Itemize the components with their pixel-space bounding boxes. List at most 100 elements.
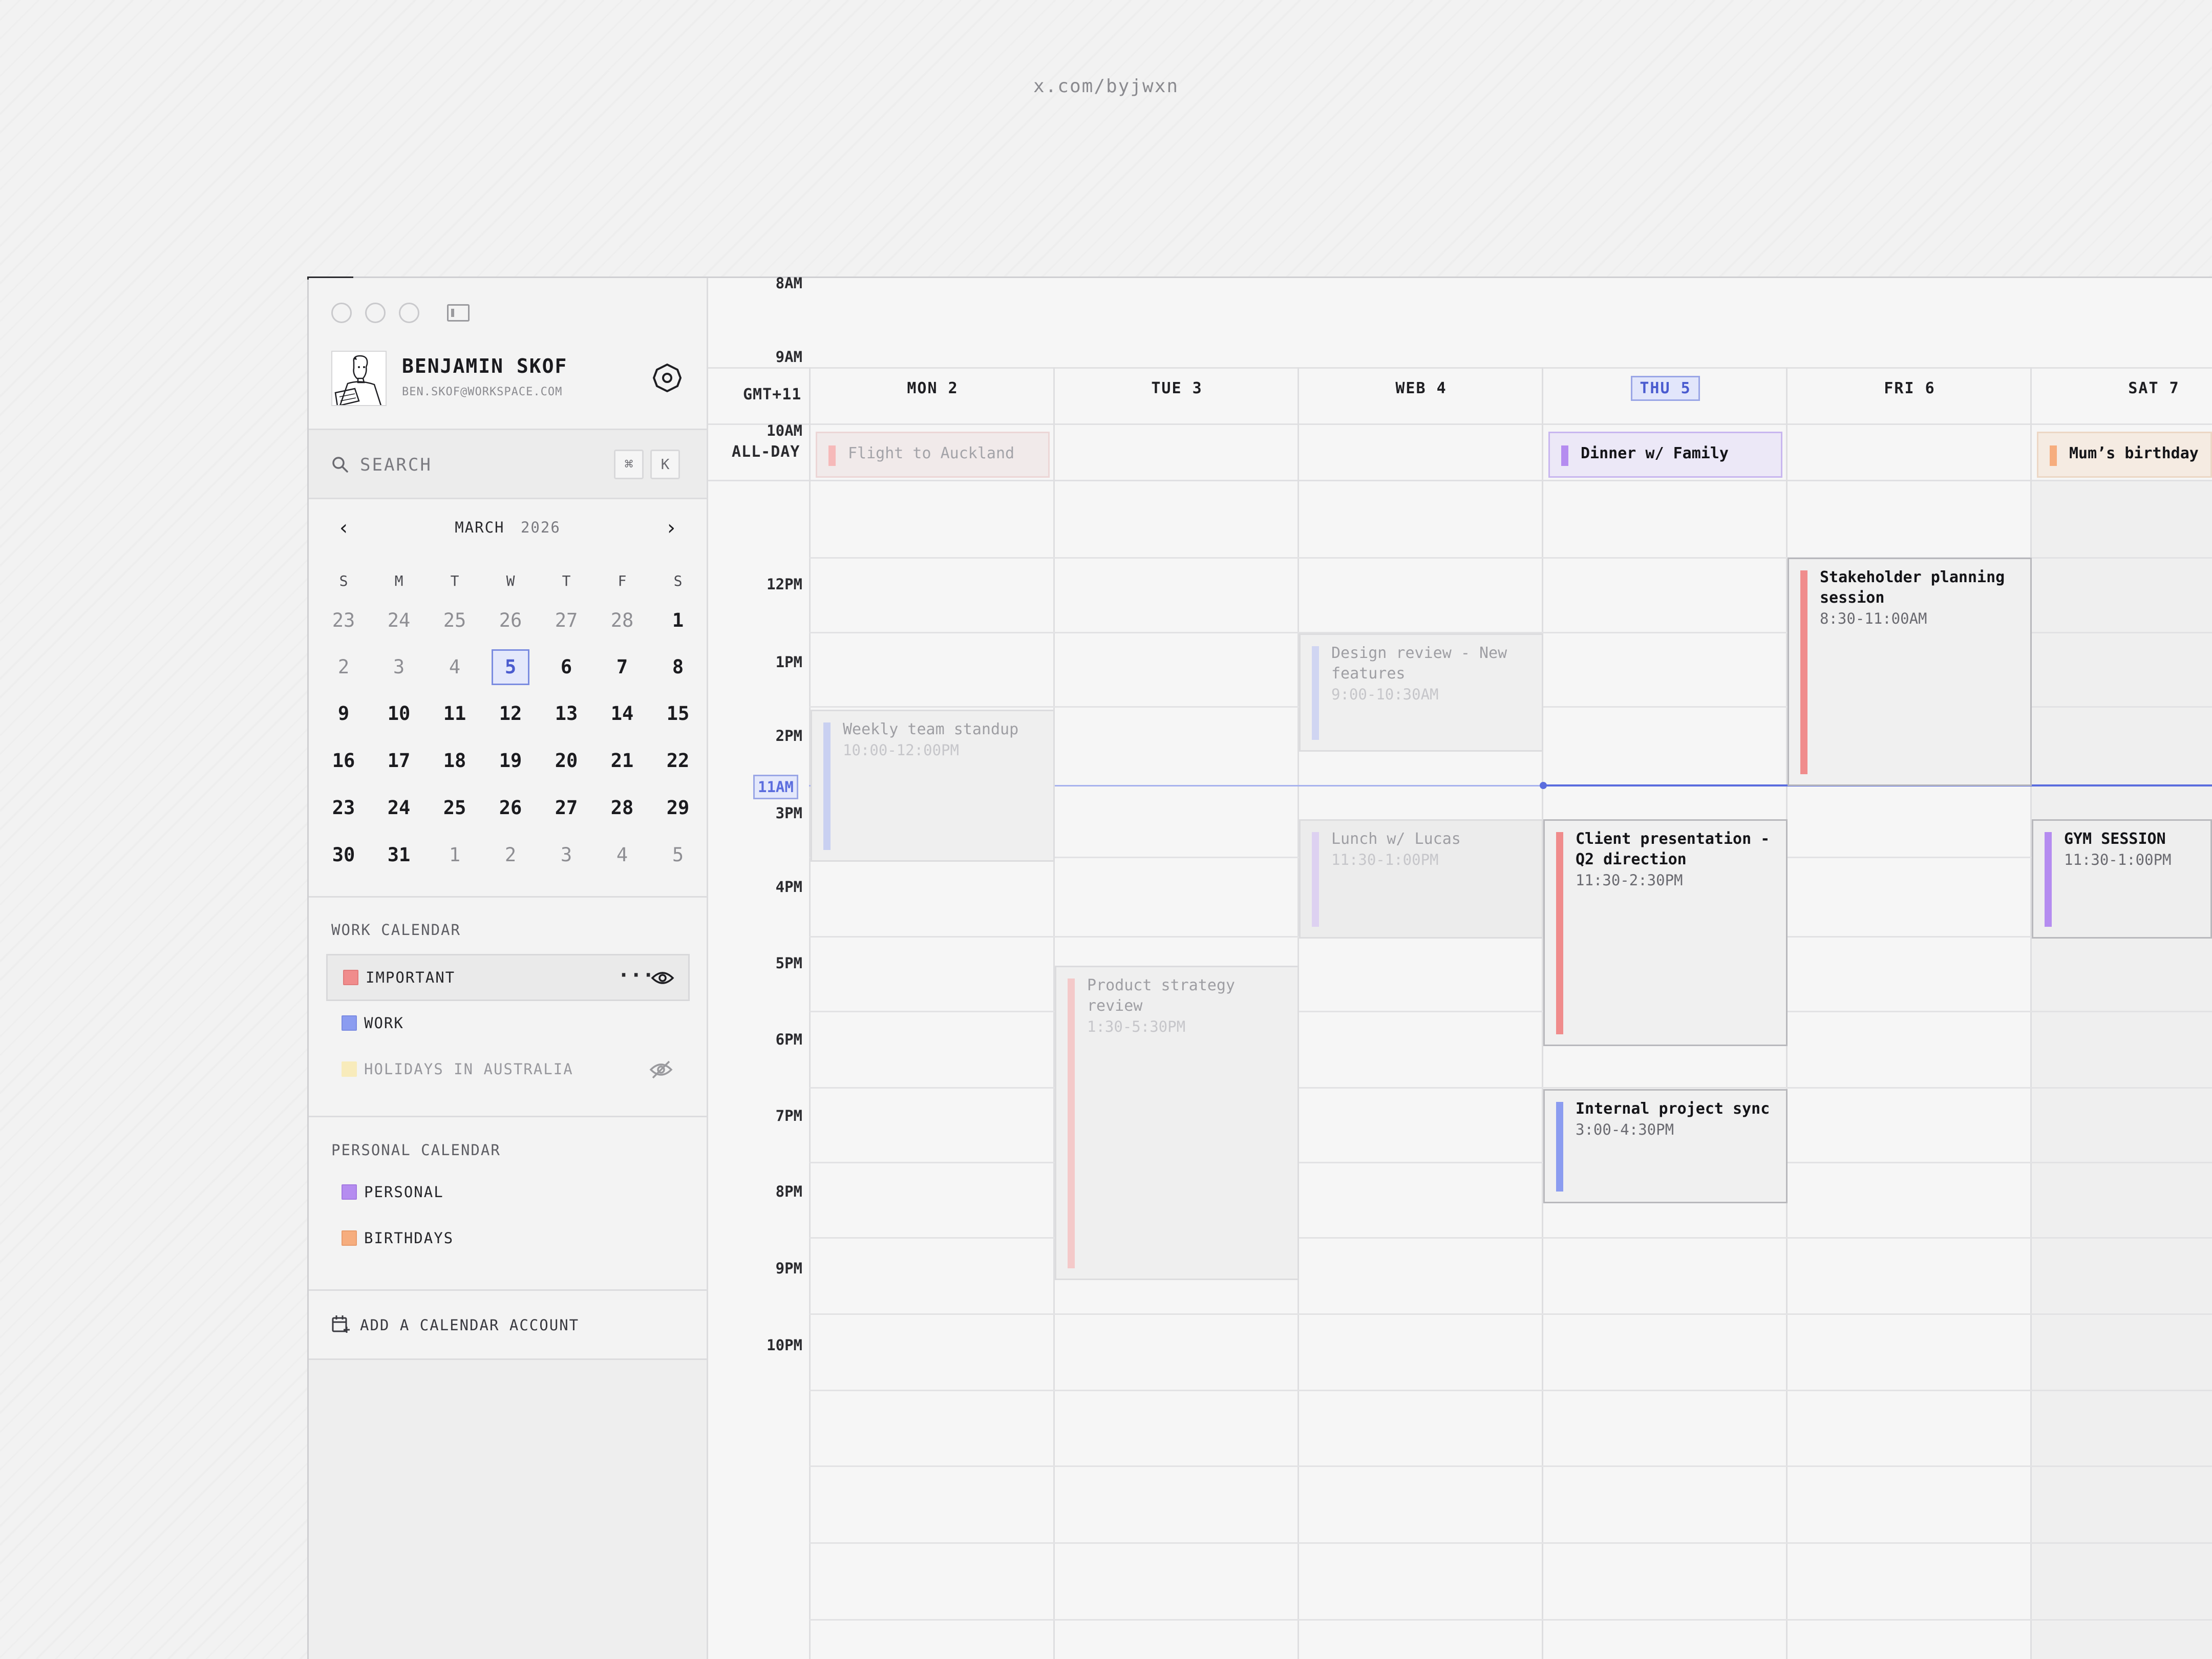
eye-icon[interactable] (650, 968, 675, 988)
calendar-event[interactable]: Client presentation - Q2 direction 11:30-… (1543, 819, 1788, 1046)
calendar-row-personal[interactable]: PERSONAL (326, 1169, 690, 1214)
mini-calendar-day[interactable]: 7 (603, 649, 641, 685)
all-day-event[interactable]: Flight to Auckland (816, 432, 1050, 478)
mini-calendar-day[interactable]: 5 (492, 649, 529, 685)
mini-calendar-day[interactable]: 2 (325, 649, 363, 685)
sidebar-empty-area (309, 1360, 707, 1659)
calendar-row-holidays[interactable]: HOLIDAYS IN AUSTRALIA (326, 1046, 690, 1091)
calendar-event[interactable]: GYM SESSION 11:30-1:00PM (2032, 819, 2212, 939)
mini-calendar-day[interactable]: 21 (603, 743, 641, 779)
mini-calendar-day[interactable]: 10 (380, 696, 418, 732)
work-color-swatch[interactable] (342, 1015, 357, 1031)
all-day-event-title: Mum’s birthday (2069, 444, 2199, 462)
week-view: GMT+11 MON 2 TUE 3 WEB 4 THU 5 FRI 6 SAT 7 ALL-… (708, 274, 2212, 1659)
all-day-event[interactable]: Mum’s birthday (2037, 432, 2212, 478)
add-calendar-account-button[interactable]: ADD A CALENDAR ACCOUNT (309, 1291, 707, 1358)
calendar-label-work: WORK (364, 1014, 404, 1032)
next-month-button[interactable]: › (661, 518, 682, 539)
mini-calendar-day[interactable]: 31 (380, 837, 418, 873)
mini-calendar-day[interactable]: 4 (436, 649, 474, 685)
all-day-event-title: Dinner w/ Family (1581, 444, 1729, 462)
important-color-swatch[interactable] (343, 970, 358, 985)
mini-calendar-day[interactable]: 6 (547, 649, 585, 685)
personal-color-swatch[interactable] (342, 1184, 357, 1200)
day-header-cell[interactable]: FRI 6 (1788, 379, 2032, 397)
calendar-event[interactable]: Product strategy review 1:30-5:30PM (1055, 966, 1299, 1280)
divider (309, 498, 707, 499)
mini-calendar-day[interactable]: 25 (436, 790, 474, 826)
minimize-window-button[interactable] (365, 303, 386, 323)
mini-calendar-day[interactable]: 11 (436, 696, 474, 732)
search-input[interactable]: SEARCH (360, 455, 432, 475)
mini-calendar-day[interactable]: 8 (659, 649, 697, 685)
mini-calendar-day[interactable]: 27 (547, 790, 585, 826)
mini-calendar-day[interactable]: 28 (603, 790, 641, 826)
search-bar[interactable]: SEARCH ⌘ K (309, 430, 707, 498)
event-title: Stakeholder planning session (1820, 568, 2005, 607)
day-header-cell[interactable]: MON 2 (811, 379, 1055, 397)
settings-gear-icon[interactable] (652, 363, 683, 393)
mini-calendar-day[interactable]: 26 (492, 790, 529, 826)
mini-calendar-day[interactable]: 23 (325, 790, 363, 826)
event-time: 9:00-10:30AM (1331, 686, 1439, 703)
mini-calendar-day[interactable]: 29 (659, 790, 697, 826)
calendar-row-work[interactable]: WORK (326, 1000, 690, 1045)
mini-calendar-day[interactable]: 25 (436, 603, 474, 639)
mini-calendar-day[interactable]: 2 (492, 837, 529, 873)
mini-calendar-day[interactable]: 23 (325, 603, 363, 639)
day-header-cell[interactable]: TUE 3 (1055, 379, 1299, 397)
event-title: Design review - New features (1331, 644, 1507, 683)
day-header-cell[interactable]: THU 5 (1543, 376, 1788, 401)
calendar-event[interactable]: Design review - New features 9:00-10:30AM (1299, 633, 1543, 752)
mini-calendar-day[interactable]: 17 (380, 743, 418, 779)
eye-off-icon[interactable] (649, 1059, 673, 1080)
mini-calendar-day[interactable]: 26 (492, 603, 529, 639)
calendar-row-birthdays[interactable]: BIRTHDAYS (326, 1215, 690, 1260)
event-time: 10:00-12:00PM (843, 741, 959, 759)
mini-calendar-day[interactable]: 3 (380, 649, 418, 685)
mini-calendar-day[interactable]: 5 (659, 837, 697, 873)
mini-calendar-day[interactable]: 16 (325, 743, 363, 779)
search-icon (332, 457, 348, 473)
all-day-event[interactable]: Dinner w/ Family (1548, 432, 1782, 478)
maximize-window-button[interactable] (399, 303, 419, 323)
mini-calendar-day[interactable]: 9 (325, 696, 363, 732)
more-options-icon[interactable]: ··· (618, 964, 654, 987)
mini-calendar-day[interactable]: 22 (659, 743, 697, 779)
day-header-label: MON 2 (907, 379, 959, 397)
close-window-button[interactable] (331, 303, 352, 323)
event-title: Product strategy review (1087, 976, 1235, 1015)
hour-line (809, 1542, 2212, 1544)
mini-calendar-day[interactable]: 1 (436, 837, 474, 873)
mini-calendar-day[interactable]: 3 (547, 837, 585, 873)
calendar-event[interactable]: Internal project sync 3:00-4:30PM (1543, 1089, 1788, 1203)
mini-calendar-day[interactable]: 24 (380, 603, 418, 639)
calendar-event[interactable]: Weekly team standup 10:00-12:00PM (811, 710, 1055, 862)
day-header-cell[interactable]: WEB 4 (1299, 379, 1543, 397)
mini-calendar-day[interactable]: 24 (380, 790, 418, 826)
mini-calendar-day[interactable]: 13 (547, 696, 585, 732)
mini-calendar-day[interactable]: 12 (492, 696, 529, 732)
mini-calendar-day[interactable]: 20 (547, 743, 585, 779)
holidays-color-swatch[interactable] (342, 1061, 357, 1077)
mini-calendar-day[interactable]: 15 (659, 696, 697, 732)
mini-calendar-day[interactable]: 18 (436, 743, 474, 779)
mini-calendar-day[interactable]: 30 (325, 837, 363, 873)
weekday-label: T (450, 572, 459, 589)
mini-calendar-day[interactable]: 4 (603, 837, 641, 873)
mini-calendar-day[interactable]: 1 (659, 603, 697, 639)
calendar-label-important: IMPORTANT (366, 969, 456, 986)
day-header-label: WEB 4 (1395, 379, 1447, 397)
day-header-cell[interactable]: SAT 7 (2032, 379, 2212, 397)
calendar-event[interactable]: Stakeholder planning session 8:30-11:00AM (1788, 558, 2032, 786)
calendar-row-important[interactable]: IMPORTANT ··· (326, 954, 690, 1001)
mini-calendar-day[interactable]: 27 (547, 603, 585, 639)
birthdays-color-swatch[interactable] (342, 1230, 357, 1246)
mini-calendar-day[interactable]: 19 (492, 743, 529, 779)
mini-calendar-day[interactable]: 28 (603, 603, 641, 639)
weekday-label: W (506, 572, 515, 589)
toggle-sidebar-icon[interactable] (447, 304, 470, 322)
calendar-event[interactable]: Lunch w/ Lucas 11:30-1:00PM (1299, 819, 1543, 939)
avatar[interactable] (331, 351, 387, 406)
mini-calendar-day[interactable]: 14 (603, 696, 641, 732)
